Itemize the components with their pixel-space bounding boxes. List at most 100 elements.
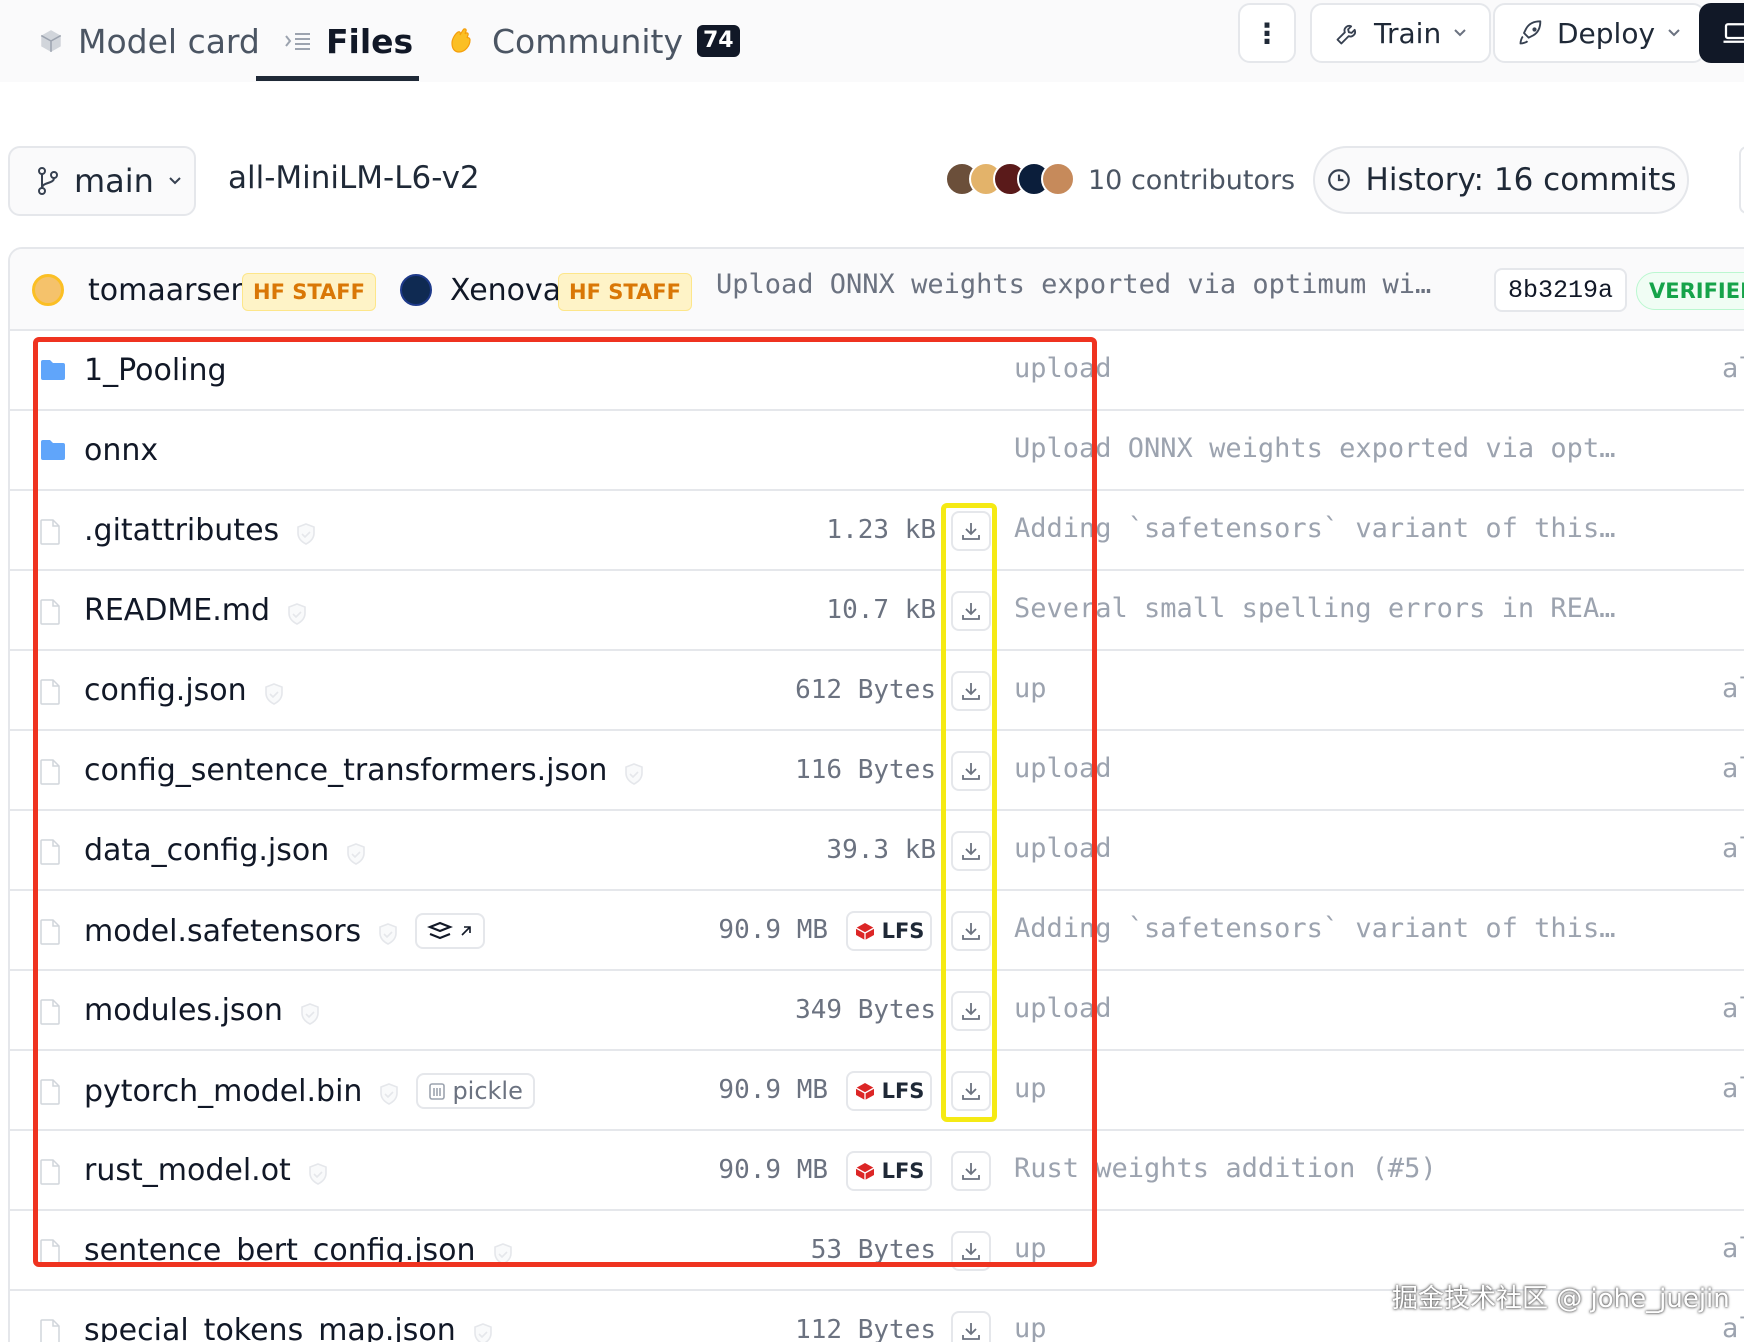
file-icon bbox=[40, 599, 60, 629]
file-name[interactable]: .gitattributes bbox=[84, 513, 279, 548]
rocket-icon bbox=[1519, 20, 1542, 45]
watermark: 掘金技术社区 @ johe_juejin bbox=[1392, 1284, 1730, 1314]
download-icon bbox=[962, 1083, 980, 1100]
repo-tab-bar: Model card Files Community 74 ⋮ Train De… bbox=[0, 0, 1744, 82]
file-size: 53 Bytes bbox=[810, 1235, 936, 1265]
commit-author-1[interactable]: tomaarsen bbox=[88, 249, 250, 331]
download-button[interactable] bbox=[951, 991, 991, 1031]
commit-author-2-name: Xenova bbox=[450, 272, 562, 308]
file-name-cell: modules.json bbox=[84, 993, 321, 1028]
file-commit-message[interactable]: Rust weights addition (#5) bbox=[1014, 1153, 1437, 1184]
file-commit-message[interactable]: upload bbox=[1014, 753, 1112, 784]
download-button[interactable] bbox=[951, 1151, 991, 1191]
file-commit-message[interactable]: Several small spelling errors in REA… bbox=[1014, 593, 1615, 624]
file-commit-message[interactable]: Adding `safetensors` variant of this… bbox=[1014, 913, 1615, 944]
file-name-cell: 1_Pooling bbox=[84, 353, 227, 388]
file-name[interactable]: config_sentence_transformers.json bbox=[84, 753, 607, 788]
file-row[interactable]: .gitattributes 1.23 kB Adding `safetensors… bbox=[10, 491, 1744, 571]
folder-row[interactable]: 1_Pooling upload al bbox=[10, 331, 1744, 411]
tab-model-card[interactable]: Model card bbox=[38, 0, 260, 82]
file-name[interactable]: special_tokens_map.json bbox=[84, 1313, 456, 1342]
file-row[interactable]: config.json 612 Bytes up al bbox=[10, 651, 1744, 731]
download-button[interactable] bbox=[951, 1071, 991, 1111]
clipped-button-edge bbox=[1739, 146, 1744, 214]
download-button[interactable] bbox=[951, 1231, 991, 1271]
tab-files[interactable]: Files bbox=[284, 0, 413, 82]
file-commit-message[interactable]: up bbox=[1014, 673, 1047, 704]
file-name[interactable]: onnx bbox=[84, 433, 158, 468]
file-name-cell: special_tokens_map.json bbox=[84, 1313, 494, 1342]
file-name[interactable]: 1_Pooling bbox=[84, 353, 227, 388]
download-icon bbox=[962, 603, 980, 620]
file-date: al bbox=[1722, 833, 1744, 864]
file-commit-message[interactable]: Upload ONNX weights exported via opt… bbox=[1014, 433, 1615, 464]
verified-badge: VERIFIED bbox=[1636, 272, 1744, 310]
file-commit-message[interactable]: upload bbox=[1014, 353, 1112, 384]
lfs-label: LFS bbox=[881, 919, 925, 943]
safe-shield-icon bbox=[299, 999, 321, 1025]
download-button[interactable] bbox=[951, 831, 991, 871]
branch-selector[interactable]: main bbox=[8, 146, 196, 216]
file-row[interactable]: rust_model.ot 90.9 MB LFS Rust weights addi… bbox=[10, 1131, 1744, 1211]
file-icon bbox=[40, 1319, 60, 1342]
file-row[interactable]: config_sentence_transformers.json 116 Byt… bbox=[10, 731, 1744, 811]
file-name[interactable]: pytorch_model.bin bbox=[84, 1074, 362, 1109]
file-commit-message[interactable]: upload bbox=[1014, 993, 1112, 1024]
tab-files-label: Files bbox=[326, 21, 414, 61]
folder-icon bbox=[40, 359, 66, 385]
download-button[interactable] bbox=[951, 1311, 991, 1342]
safe-shield-icon bbox=[623, 759, 645, 785]
branch-name: main bbox=[74, 162, 154, 200]
file-name[interactable]: data_config.json bbox=[84, 833, 329, 868]
lfs-badge[interactable]: LFS bbox=[846, 911, 932, 951]
lfs-badge[interactable]: LFS bbox=[846, 1151, 932, 1191]
avatar bbox=[1041, 162, 1075, 196]
download-button[interactable] bbox=[951, 751, 991, 791]
folder-row[interactable]: onnx Upload ONNX weights exported via opt… bbox=[10, 411, 1744, 491]
file-commit-message[interactable]: Adding `safetensors` variant of this… bbox=[1014, 513, 1615, 544]
contributors-count[interactable]: 10 contributors bbox=[1088, 165, 1295, 196]
train-button[interactable]: Train bbox=[1310, 3, 1492, 63]
commit-author-2[interactable]: Xenova bbox=[450, 249, 561, 331]
safe-shield-icon bbox=[295, 519, 317, 545]
file-name[interactable]: config.json bbox=[84, 673, 247, 708]
use-model-button[interactable] bbox=[1699, 3, 1744, 63]
tab-community[interactable]: Community 74 bbox=[446, 0, 740, 82]
download-button[interactable] bbox=[951, 911, 991, 951]
file-row[interactable]: pytorch_model.bin pickle 90.9 MB LFS up al bbox=[10, 1051, 1744, 1131]
file-name[interactable]: rust_model.ot bbox=[84, 1153, 291, 1188]
deploy-label: Deploy bbox=[1557, 16, 1656, 50]
file-name[interactable]: model.safetensors bbox=[84, 914, 361, 949]
file-row[interactable]: README.md 10.7 kB Several small spelling e… bbox=[10, 571, 1744, 651]
safetensors-viewer-button[interactable] bbox=[415, 913, 486, 949]
file-name[interactable]: sentence_bert_config.json bbox=[84, 1233, 476, 1268]
download-button[interactable] bbox=[951, 511, 991, 551]
file-name-cell: onnx bbox=[84, 433, 158, 468]
pickle-icon bbox=[429, 1083, 446, 1100]
lfs-badge[interactable]: LFS bbox=[846, 1071, 932, 1111]
external-link-icon bbox=[461, 926, 471, 936]
file-commit-message[interactable]: up bbox=[1014, 1073, 1047, 1104]
deploy-button[interactable]: Deploy bbox=[1493, 3, 1706, 63]
file-icon bbox=[40, 919, 60, 949]
file-size: 90.9 MB bbox=[718, 915, 828, 945]
commit-message[interactable]: Upload ONNX weights exported via optimum… bbox=[716, 269, 1431, 300]
file-commit-message[interactable]: up bbox=[1014, 1233, 1047, 1264]
contributor-avatars[interactable] bbox=[945, 162, 1075, 198]
pickle-tag[interactable]: pickle bbox=[416, 1073, 535, 1109]
file-row[interactable]: data_config.json 39.3 kB upload al bbox=[10, 811, 1744, 891]
file-size: 90.9 MB bbox=[718, 1075, 828, 1105]
more-options-button[interactable]: ⋮ bbox=[1238, 3, 1296, 63]
download-button[interactable] bbox=[951, 671, 991, 711]
file-name[interactable]: README.md bbox=[84, 593, 270, 628]
file-row[interactable]: model.safetensors 90.9 MB LFS Adding `safet… bbox=[10, 891, 1744, 971]
commit-sha[interactable]: 8b3219a bbox=[1494, 268, 1628, 312]
history-button[interactable]: History: 16 commits bbox=[1313, 146, 1689, 214]
file-commit-message[interactable]: up bbox=[1014, 1313, 1047, 1342]
file-commit-message[interactable]: upload bbox=[1014, 833, 1112, 864]
avatar bbox=[400, 274, 432, 306]
file-size: 39.3 kB bbox=[826, 835, 936, 865]
file-row[interactable]: modules.json 349 Bytes upload al bbox=[10, 971, 1744, 1051]
file-name[interactable]: modules.json bbox=[84, 993, 283, 1028]
download-button[interactable] bbox=[951, 591, 991, 631]
